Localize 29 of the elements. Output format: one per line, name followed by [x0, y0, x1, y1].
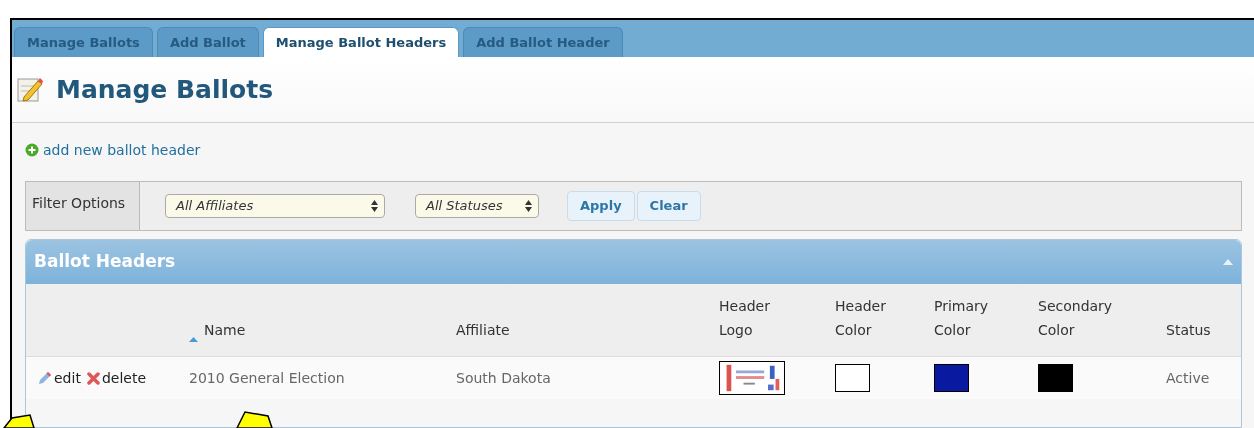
add-icon [25, 143, 39, 157]
filter-label: Filter Options [32, 195, 126, 211]
column-header[interactable]: Affiliate [456, 318, 536, 342]
tab[interactable]: Manage Ballot Headers [262, 27, 460, 57]
column-header[interactable]: Secondary Color [1038, 294, 1118, 342]
action-link[interactable]: delete [101, 367, 146, 389]
collapse-icon[interactable] [1223, 259, 1233, 265]
status-select[interactable]: All Statuses [415, 194, 539, 218]
column-header[interactable]: Header Color [835, 294, 915, 342]
page-title: Manage Ballots [56, 73, 274, 106]
updown-arrows-icon [371, 200, 378, 212]
panel-title: Ballot Headers [34, 250, 176, 274]
column-header[interactable]: Primary Color [934, 294, 1014, 342]
table-cell-text: 2010 General Election [189, 368, 346, 388]
column-header[interactable]: Header Logo [719, 294, 799, 342]
filter-button[interactable]: Clear [636, 191, 701, 221]
filter-button[interactable]: Apply [567, 191, 635, 221]
pencil-icon [38, 371, 52, 385]
column-header[interactable]: Name [204, 318, 284, 342]
add-link[interactable]: add new ballot header [43, 139, 201, 161]
table-cell-text: Active [1166, 368, 1211, 388]
updown-arrows-icon [525, 200, 532, 212]
delete-icon [86, 371, 100, 385]
notepad-pencil-icon [16, 75, 44, 104]
sort-ascending-icon [189, 337, 198, 342]
affiliate-select[interactable]: All Affiliates [165, 194, 385, 218]
table-cell-text: South Dakota [456, 368, 552, 388]
column-header[interactable]: Status [1166, 318, 1246, 342]
action-link[interactable]: edit [54, 367, 81, 389]
